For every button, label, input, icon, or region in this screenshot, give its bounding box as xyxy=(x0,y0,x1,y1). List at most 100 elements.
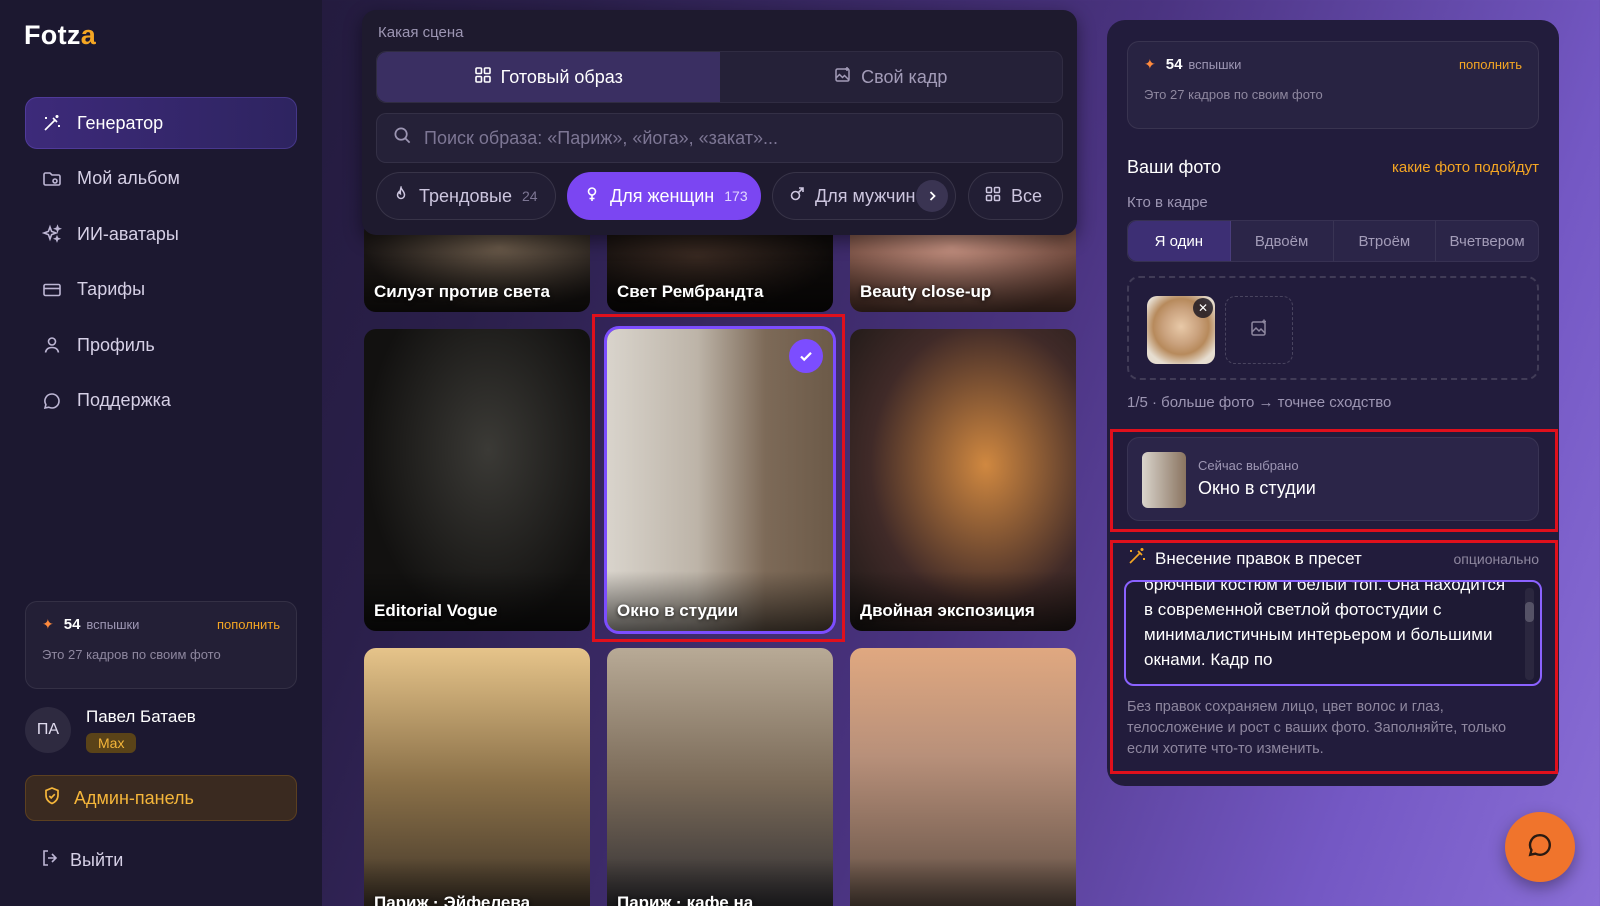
category-chips: Трендовые 24 Для женщин 173 Для мужчин В… xyxy=(376,172,1063,220)
preset-caption: Силуэт против света xyxy=(374,282,551,301)
folder-icon xyxy=(41,168,63,190)
sidebar-item-label: Тарифы xyxy=(77,279,146,299)
chip-label: Для женщин xyxy=(610,185,715,206)
preset-caption: Двойная экспозиция xyxy=(860,601,1035,620)
preset-tile[interactable]: Париж · кафе на xyxy=(607,648,833,906)
flash-icon: ✦ xyxy=(42,616,54,632)
shield-icon xyxy=(42,786,62,811)
chat-button[interactable] xyxy=(1505,812,1575,882)
scene-tabs: Готовый образ Свой кадр xyxy=(376,51,1063,103)
sidebar-item-generator[interactable]: Генератор xyxy=(25,97,297,149)
sidebar-item-label: Мой альбом xyxy=(77,168,180,188)
grid-icon xyxy=(474,66,492,89)
sidebar-item-profile[interactable]: Профиль xyxy=(25,319,297,371)
sidebar-nav: Генератор Мой альбом ИИ-аватары Тарифы П… xyxy=(25,97,297,430)
photo-upload-area: ✕ xyxy=(1127,276,1539,380)
tab-label: Свой кадр xyxy=(861,66,948,87)
preset-caption: Париж · Эйфелева xyxy=(374,893,531,906)
topup-link[interactable]: пополнить xyxy=(217,617,280,632)
user-name: Павел Батаев xyxy=(86,707,196,726)
upload-hint: 1/5 · больше фото → точнее сходство xyxy=(1127,394,1392,411)
option-trio[interactable]: Втроём xyxy=(1334,221,1437,261)
topup-link[interactable]: пополнить xyxy=(1459,57,1522,72)
chip-label: Все xyxy=(1011,185,1043,206)
photo-tips-link[interactable]: какие фото подойдут xyxy=(1392,159,1539,176)
user-block[interactable]: ПА Павел Батаев Max xyxy=(25,707,196,753)
credits-card: ✦ 54 вспышки пополнить Это 27 кадров по … xyxy=(25,601,297,689)
tab-label: Готовый образ xyxy=(500,66,623,87)
current-selection-highlight xyxy=(1110,429,1558,532)
sidebar-item-support[interactable]: Поддержка xyxy=(25,375,297,427)
credits-unit: вспышки xyxy=(86,617,140,632)
plan-badge: Max xyxy=(86,733,137,753)
preset-caption: Свет Рембрандта xyxy=(617,282,764,301)
logout-icon xyxy=(40,848,60,873)
chip-women[interactable]: Для женщин 173 xyxy=(567,172,761,220)
sidebar-item-label: Поддержка xyxy=(77,390,171,410)
logo[interactable]: Fotza xyxy=(24,20,96,51)
preset-tile[interactable]: Editorial Vogue xyxy=(364,329,590,631)
tab-own-frame[interactable]: Свой кадр xyxy=(720,52,1063,102)
search-icon xyxy=(393,126,412,150)
sidebar: Fotza Генератор Мой альбом ИИ-аватары Та… xyxy=(0,0,322,906)
admin-panel-label: Админ-панель xyxy=(74,787,194,808)
chat-icon xyxy=(41,390,63,412)
logout-button[interactable]: Выйти xyxy=(40,848,123,873)
credits-count: 54 xyxy=(1165,56,1183,73)
option-duo[interactable]: Вдвоём xyxy=(1231,221,1334,261)
credits-unit: вспышки xyxy=(1188,57,1242,72)
sparkles-icon xyxy=(41,223,63,245)
sidebar-item-label: Профиль xyxy=(77,334,155,355)
grid-icon xyxy=(985,186,1001,207)
admin-panel-button[interactable]: Админ-панель xyxy=(25,775,297,821)
preset-tile[interactable]: Двойная экспозиция xyxy=(850,329,1076,631)
add-photo-button[interactable] xyxy=(1225,296,1293,364)
credits-count: 54 xyxy=(63,616,81,633)
scene-panel: Какая сцена Готовый образ Свой кадр Трен… xyxy=(362,10,1077,235)
sidebar-item-album[interactable]: Мой альбом xyxy=(25,153,297,205)
user-icon xyxy=(41,334,63,356)
flame-icon xyxy=(393,184,409,207)
search-bar xyxy=(376,113,1063,163)
image-add-icon xyxy=(834,66,852,89)
preset-caption: Париж · кафе на xyxy=(617,893,754,906)
credit-card-icon xyxy=(41,279,63,301)
chip-label: Трендовые xyxy=(419,185,512,206)
female-icon xyxy=(584,186,600,207)
credits-card: ✦ 54 вспышки пополнить Это 27 кадров по … xyxy=(1127,41,1539,129)
logout-label: Выйти xyxy=(70,850,124,870)
chat-icon xyxy=(1526,831,1554,864)
sidebar-item-avatars[interactable]: ИИ-аватары xyxy=(25,208,297,260)
chip-all[interactable]: Все xyxy=(968,172,1063,220)
preset-tile[interactable]: Париж · Эйфелева xyxy=(364,648,590,906)
option-solo[interactable]: Я один xyxy=(1128,221,1231,261)
tab-ready-look[interactable]: Готовый образ xyxy=(377,52,720,102)
preset-caption: Beauty close-up xyxy=(860,282,992,301)
flash-icon: ✦ xyxy=(1144,56,1156,72)
sidebar-item-tariffs[interactable]: Тарифы xyxy=(25,264,297,316)
preset-tile[interactable] xyxy=(850,648,1076,906)
selection-highlight xyxy=(592,314,845,642)
male-icon xyxy=(789,186,805,207)
sidebar-item-label: ИИ-аватары xyxy=(77,223,179,244)
close-icon[interactable]: ✕ xyxy=(1193,298,1213,318)
avatar: ПА xyxy=(25,707,71,753)
photos-title: Ваши фото xyxy=(1127,157,1221,177)
scene-label: Какая сцена xyxy=(378,24,464,41)
who-in-frame-selector: Я один Вдвоём Втроём Вчетвером xyxy=(1127,220,1539,262)
uploaded-photo[interactable]: ✕ xyxy=(1147,296,1215,364)
sidebar-item-label: Генератор xyxy=(77,112,164,133)
who-in-frame-label: Кто в кадре xyxy=(1127,194,1208,211)
magic-wand-icon xyxy=(41,112,63,134)
search-input[interactable] xyxy=(424,127,1062,149)
chip-label: Для мужчин xyxy=(815,185,916,206)
credits-subtext: Это 27 кадров по своим фото xyxy=(42,647,221,662)
option-quartet[interactable]: Вчетвером xyxy=(1436,221,1538,261)
chip-count: 173 xyxy=(724,188,748,204)
preset-caption: Editorial Vogue xyxy=(374,601,498,620)
credits-subtext: Это 27 кадров по своим фото xyxy=(1144,87,1323,102)
chip-count: 24 xyxy=(521,188,538,204)
chevron-right-icon[interactable] xyxy=(916,180,948,212)
edit-section-highlight xyxy=(1110,540,1558,774)
chip-trending[interactable]: Трендовые 24 xyxy=(376,172,556,220)
